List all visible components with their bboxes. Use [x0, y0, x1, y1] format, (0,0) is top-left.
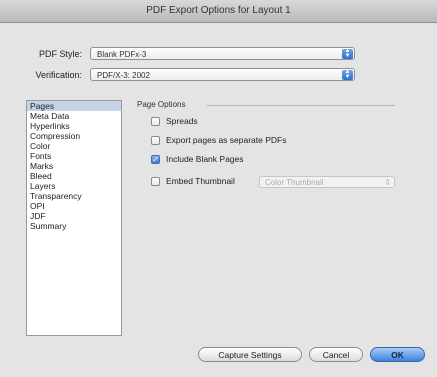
cancel-button[interactable]: Cancel [309, 347, 363, 362]
pdf-style-select[interactable]: Blank PDFx-3 ▲ ▼ [90, 47, 355, 60]
updown-arrows-icon: ▲ ▼ [342, 48, 353, 59]
sidebar-item-hyperlinks[interactable]: Hyperlinks [27, 121, 121, 131]
sidebar-item-marks[interactable]: Marks [27, 161, 121, 171]
verification-value: PDF/X-3: 2002 [97, 71, 150, 80]
separate-pdfs-checkbox[interactable] [151, 136, 160, 145]
sidebar-item-layers[interactable]: Layers [27, 181, 121, 191]
sidebar-item-jdf[interactable]: JDF [27, 211, 121, 221]
spreads-checkbox[interactable] [151, 117, 160, 126]
verification-select[interactable]: PDF/X-3: 2002 ▲ ▼ [90, 68, 355, 81]
sidebar-item-opi[interactable]: OPI [27, 201, 121, 211]
updown-arrows-icon: ▲ ▼ [342, 69, 353, 80]
sidebar-item-bleed[interactable]: Bleed [27, 171, 121, 181]
sidebar-item-compression[interactable]: Compression [27, 131, 121, 141]
sidebar-item-fonts[interactable]: Fonts [27, 151, 121, 161]
capture-settings-button[interactable]: Capture Settings [198, 347, 302, 362]
pdf-style-label: PDF Style: [38, 49, 82, 59]
verification-label: Verification: [35, 70, 82, 80]
thumbnail-select[interactable]: Color Thumbnail ⇕ [259, 176, 395, 188]
ok-button[interactable]: OK [370, 347, 425, 362]
window-title: PDF Export Options for Layout 1 [0, 0, 437, 23]
page-options-title: Page Options [137, 100, 186, 109]
sidebar-list[interactable]: Pages Meta Data Hyperlinks Compression C… [26, 100, 122, 336]
sidebar-item-summary[interactable]: Summary [27, 221, 121, 231]
include-blank-pages-checkbox[interactable]: ✓ [151, 155, 160, 164]
embed-thumbnail-label: Embed Thumbnail [166, 176, 235, 186]
thumbnail-value: Color Thumbnail [265, 178, 324, 187]
separate-pdfs-label: Export pages as separate PDFs [166, 135, 287, 145]
sidebar-item-pages[interactable]: Pages [27, 101, 121, 111]
updown-arrows-icon: ⇕ [384, 178, 391, 187]
embed-thumbnail-checkbox[interactable] [151, 177, 160, 186]
include-blank-pages-label: Include Blank Pages [166, 154, 244, 164]
sidebar-item-transparency[interactable]: Transparency [27, 191, 121, 201]
checkmark-icon: ✓ [152, 155, 159, 164]
group-divider [207, 105, 395, 106]
sidebar-item-meta-data[interactable]: Meta Data [27, 111, 121, 121]
pdf-style-value: Blank PDFx-3 [97, 50, 147, 59]
sidebar-item-color[interactable]: Color [27, 141, 121, 151]
spreads-label: Spreads [166, 116, 198, 126]
